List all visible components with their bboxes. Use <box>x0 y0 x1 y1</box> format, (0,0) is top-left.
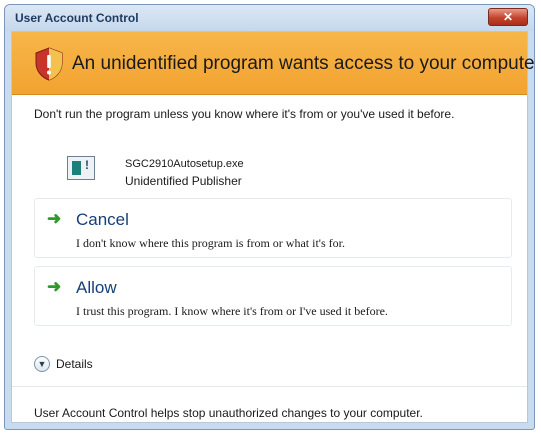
banner-heading: An unidentified program wants access to … <box>72 53 535 74</box>
cancel-option-title: Cancel <box>76 210 129 229</box>
chevron-down-icon[interactable]: ▼ <box>34 356 50 372</box>
program-icon: ! <box>67 156 95 180</box>
green-arrow-icon: ➜ <box>47 209 62 228</box>
details-toggle[interactable]: Details <box>56 357 93 371</box>
allow-option-description: I trust this program. I know where it's … <box>76 304 388 318</box>
window-title: User Account Control <box>15 11 139 25</box>
close-icon: ✕ <box>502 10 514 24</box>
dialog-body: An unidentified program wants access to … <box>11 31 534 423</box>
allow-option-title: Allow <box>76 278 117 297</box>
footer-message: User Account Control helps stop unauthor… <box>34 406 423 420</box>
warning-message: Don't run the program unless you know wh… <box>34 107 455 121</box>
cancel-option-button[interactable]: ➜ Cancel I don't know where this program… <box>34 198 512 258</box>
allow-option-button[interactable]: ➜ Allow I trust this program. I know whe… <box>34 266 512 326</box>
uac-dialog: User Account Control ✕ An unidentified p… <box>4 4 535 430</box>
title-bar[interactable]: User Account Control ✕ <box>5 5 534 31</box>
program-name: SGC2910Autosetup.exe <box>125 158 244 170</box>
footer-divider <box>12 386 527 387</box>
cancel-option-description: I don't know where this program is from … <box>76 236 345 250</box>
close-button[interactable]: ✕ <box>488 8 528 26</box>
green-arrow-icon: ➜ <box>47 277 62 296</box>
warning-banner: An unidentified program wants access to … <box>12 32 534 95</box>
uac-shield-warning-icon <box>35 47 63 81</box>
program-publisher: Unidentified Publisher <box>125 174 242 188</box>
